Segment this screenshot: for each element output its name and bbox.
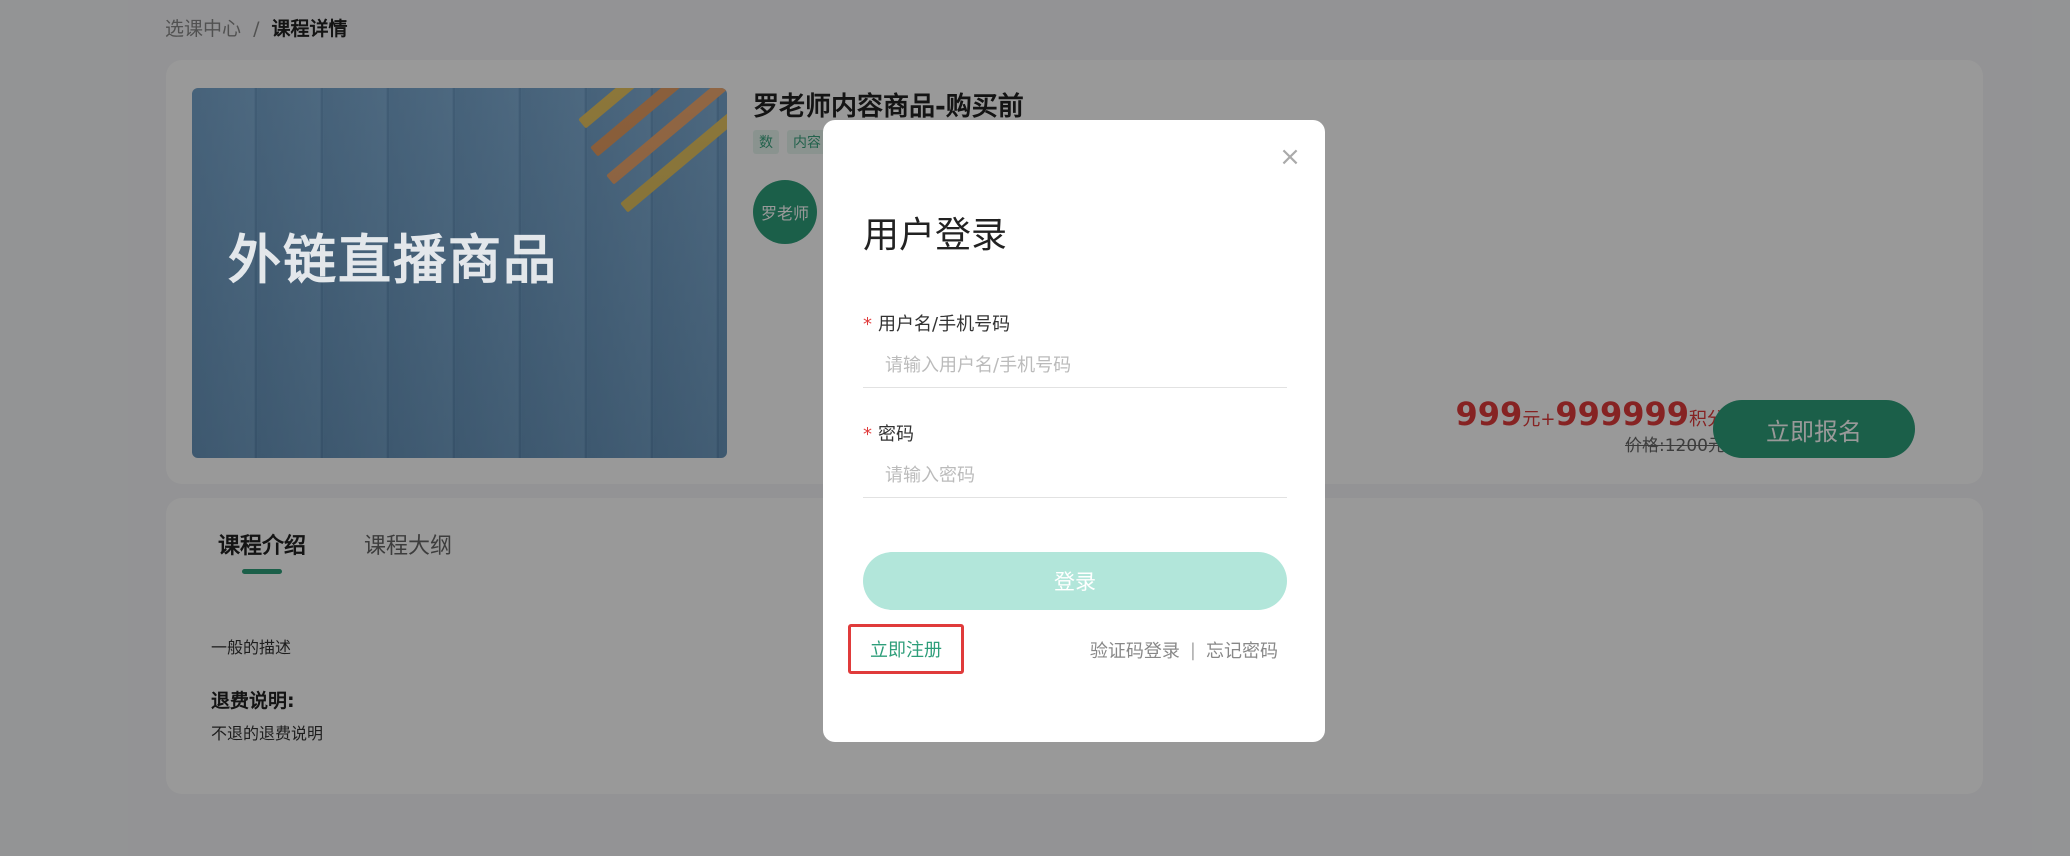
username-input[interactable] xyxy=(863,344,1287,388)
forgot-password-link[interactable]: 忘记密码 xyxy=(1206,637,1278,663)
username-label-text: 用户名/手机号码 xyxy=(878,314,1011,335)
required-mark: * xyxy=(863,424,872,445)
close-icon[interactable]: × xyxy=(1275,142,1305,172)
username-label: * 用户名/手机号码 xyxy=(863,310,1010,336)
register-link[interactable]: 立即注册 xyxy=(848,624,964,674)
link-divider: | xyxy=(1189,639,1196,661)
password-input[interactable] xyxy=(863,454,1287,498)
modal-title: 用户登录 xyxy=(863,215,1008,256)
login-button[interactable]: 登录 xyxy=(863,552,1287,610)
alt-login-links: 验证码登录 | 忘记密码 xyxy=(1090,637,1278,663)
sms-login-link[interactable]: 验证码登录 xyxy=(1090,637,1180,663)
password-label-text: 密码 xyxy=(878,424,914,445)
required-mark: * xyxy=(863,314,872,335)
login-modal: × 用户登录 * 用户名/手机号码 * 密码 登录 立即注册 验证码登录 | 忘记密… xyxy=(823,120,1325,742)
password-label: * 密码 xyxy=(863,420,914,446)
cover-text: 外链直播商品 xyxy=(228,230,558,291)
